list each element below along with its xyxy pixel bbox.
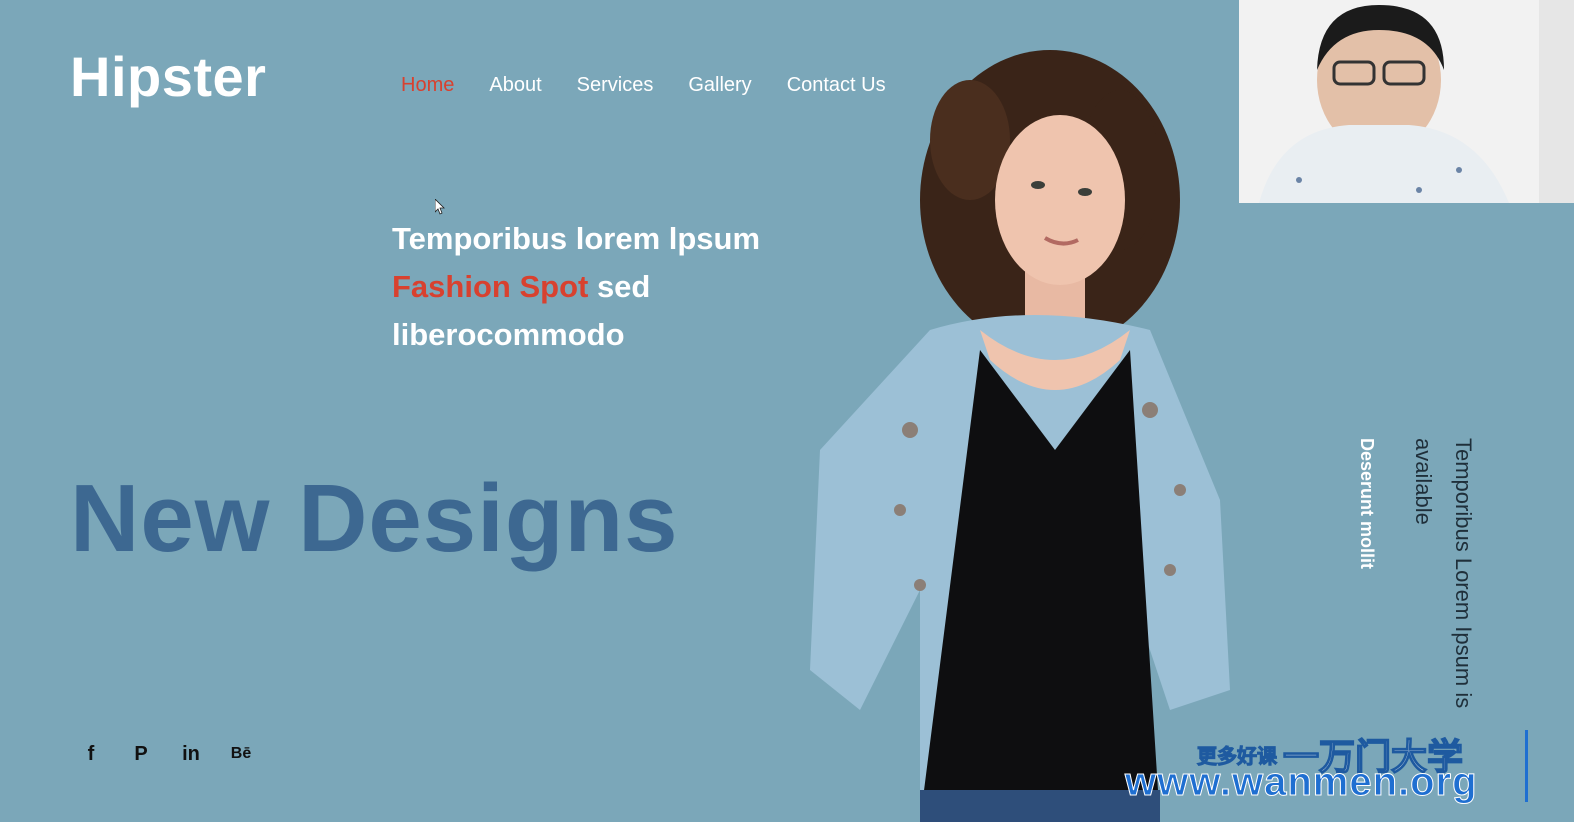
behance-icon[interactable]: Bē	[228, 740, 254, 768]
linkedin-icon[interactable]: in	[178, 740, 204, 768]
hero-model-image	[810, 50, 1230, 822]
side-text-deserunt: Deserunt mollit	[1357, 438, 1377, 570]
webcam-overlay	[1239, 0, 1574, 203]
nav-home[interactable]: Home	[401, 74, 454, 97]
wanmen-watermark: 更多好课 一万门大学 www.wanmen.org	[1125, 722, 1565, 822]
mouse-cursor-icon	[435, 199, 445, 215]
tagline-line-1: Temporibus lorem lpsum	[392, 221, 761, 256]
pinterest-icon[interactable]: P	[128, 740, 154, 768]
tagline-highlight: Fashion Spot	[392, 269, 589, 304]
social-links: f P in Bē	[78, 740, 254, 768]
facebook-icon[interactable]: f	[78, 740, 104, 768]
watermark-url: www.wanmen.org	[1125, 760, 1478, 805]
watermark-divider	[1525, 730, 1528, 802]
nav-gallery[interactable]: Gallery	[688, 74, 751, 97]
tagline-line-2: Fashion Spot sed	[392, 263, 812, 311]
hero-headline: New Designs	[70, 465, 679, 572]
nav-services[interactable]: Services	[577, 74, 654, 97]
nav-about[interactable]: About	[489, 74, 541, 97]
side-text-temporibus: Temporibus Lorem Ipsum is	[1451, 438, 1476, 709]
tagline-line-2-rest: sed	[588, 269, 651, 304]
side-text-available: available	[1411, 438, 1436, 525]
hero-tagline: Temporibus lorem lpsum Fashion Spot sed …	[392, 215, 812, 359]
tagline-line-3: liberocommodo	[392, 317, 625, 352]
site-logo[interactable]: Hipster	[70, 44, 266, 109]
